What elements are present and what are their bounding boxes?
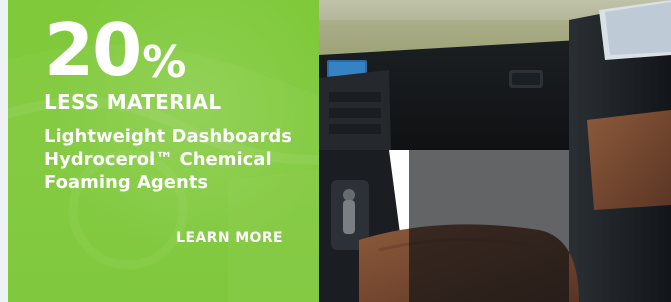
promo-panel: 20 % LESS MATERIAL Lightweight Dashboard… <box>8 0 319 302</box>
product-description: Lightweight Dashboards Hydrocerol™ Chemi… <box>44 125 292 194</box>
description-line: Hydrocerol™ Chemical <box>44 149 272 170</box>
headline-number: 20 <box>44 8 142 92</box>
learn-more-link[interactable]: LEARN MORE <box>176 230 283 246</box>
description-line: Foaming Agents <box>44 172 209 193</box>
car-interior-photo <box>319 0 671 302</box>
subhead: LESS MATERIAL <box>44 90 222 114</box>
promo-banner: 20 % LESS MATERIAL Lightweight Dashboard… <box>0 0 671 302</box>
headline: 20 % <box>44 14 186 86</box>
left-frame <box>0 0 8 302</box>
description-line: Lightweight Dashboards <box>44 126 293 147</box>
headline-percent: % <box>142 37 187 88</box>
